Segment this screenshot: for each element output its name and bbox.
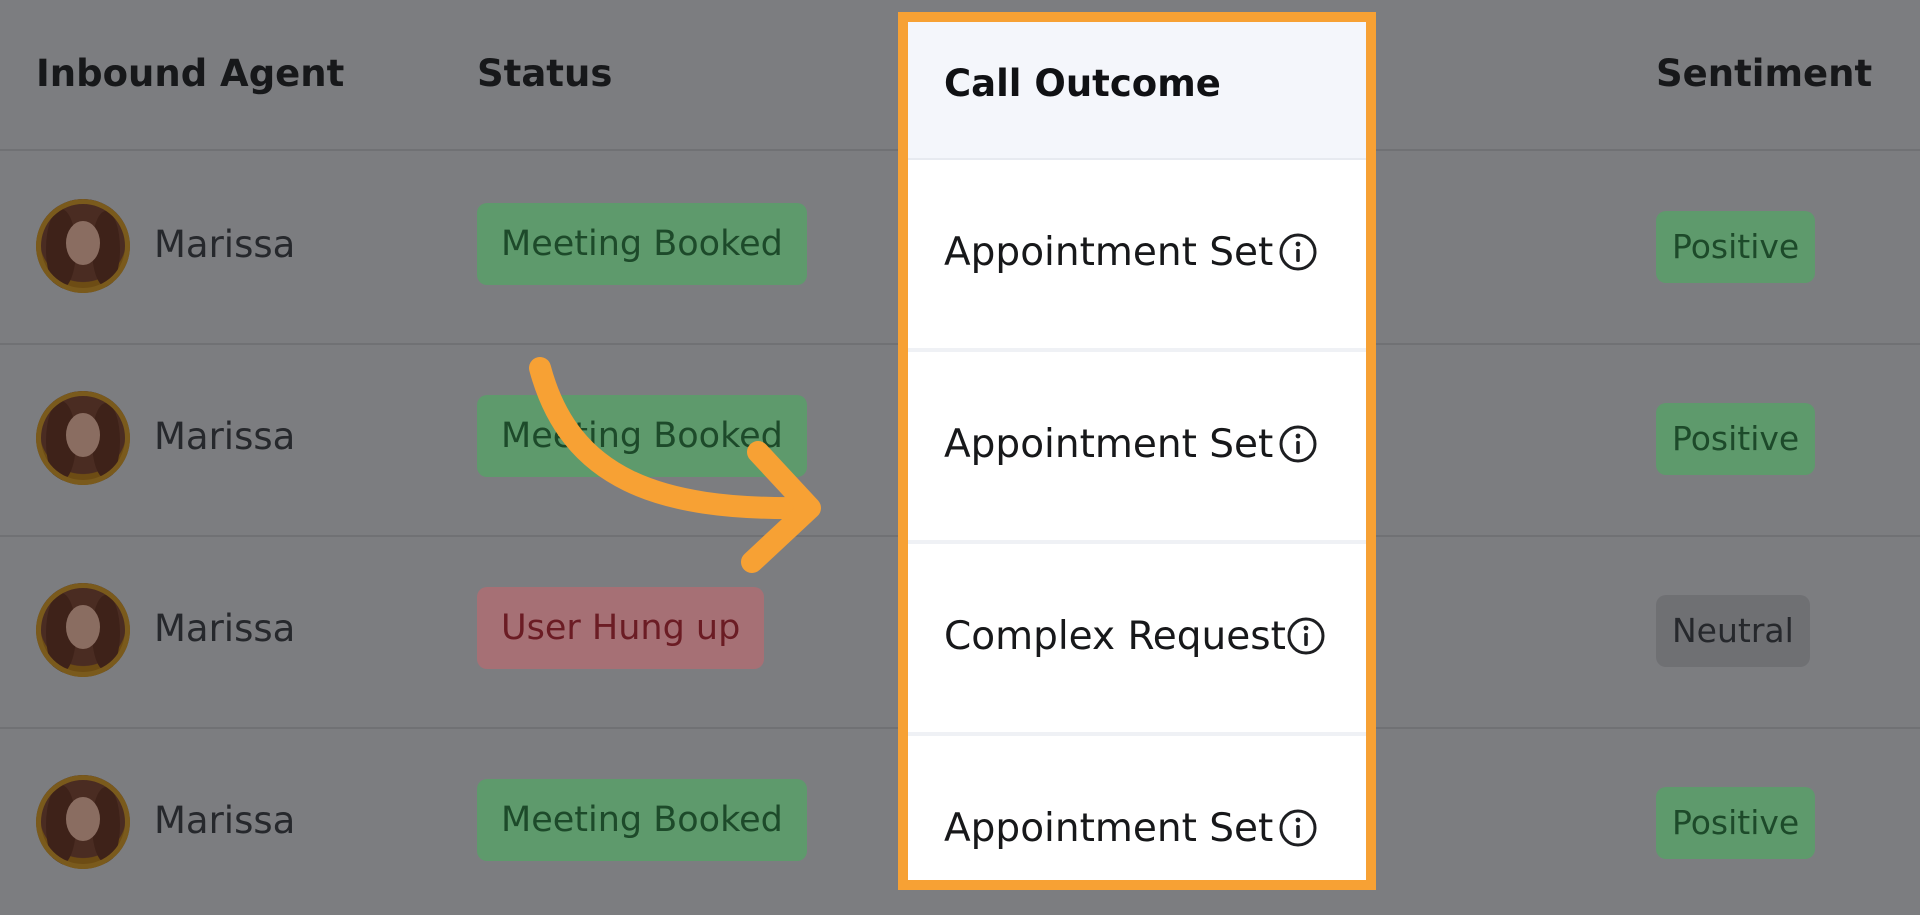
call-outcome-cell: Appointment Set <box>908 736 1366 880</box>
agent-name: Marissa <box>154 223 296 266</box>
sentiment-badge: Positive <box>1656 787 1816 859</box>
agent-avatar <box>36 199 130 293</box>
call-log-screenshot: Inbound Agent Status Sentiment Marissa M… <box>0 0 1920 915</box>
call-outcome-cell: Appointment Set <box>908 352 1366 544</box>
sentiment-badge: Positive <box>1656 403 1816 475</box>
sentiment-badge: Positive <box>1656 211 1816 283</box>
sentiment-badge: Neutral <box>1656 595 1810 667</box>
status-badge: User Hung up <box>477 587 765 669</box>
agent-avatar <box>36 775 130 869</box>
call-outcome-cell: Appointment Set <box>908 160 1366 352</box>
agent-name: Marissa <box>154 799 296 842</box>
column-header-call-outcome[interactable]: Call Outcome <box>944 62 1221 105</box>
call-outcome-label: Complex Request <box>944 614 1286 659</box>
info-circle-icon[interactable] <box>1278 424 1318 464</box>
status-badge: Meeting Booked <box>477 779 807 861</box>
info-circle-icon[interactable] <box>1278 232 1318 272</box>
column-header-sentiment[interactable]: Sentiment <box>1656 52 1872 95</box>
agent-avatar <box>36 391 130 485</box>
call-outcome-cell: Complex Request <box>908 544 1366 736</box>
agent-name: Marissa <box>154 415 296 458</box>
info-circle-icon[interactable] <box>1286 616 1326 656</box>
info-circle-icon[interactable] <box>1278 808 1318 848</box>
call-outcome-label: Appointment Set <box>944 806 1274 851</box>
call-outcome-label: Appointment Set <box>944 422 1274 467</box>
call-outcome-column-highlight: Call Outcome Appointment Set Appointment… <box>898 12 1376 890</box>
call-outcome-header: Call Outcome <box>908 22 1366 160</box>
column-header-status[interactable]: Status <box>477 52 612 95</box>
status-badge: Meeting Booked <box>477 203 807 285</box>
agent-avatar <box>36 583 130 677</box>
status-badge: Meeting Booked <box>477 395 807 477</box>
agent-name: Marissa <box>154 607 296 650</box>
call-outcome-label: Appointment Set <box>944 230 1274 275</box>
column-header-inbound-agent[interactable]: Inbound Agent <box>36 52 344 95</box>
